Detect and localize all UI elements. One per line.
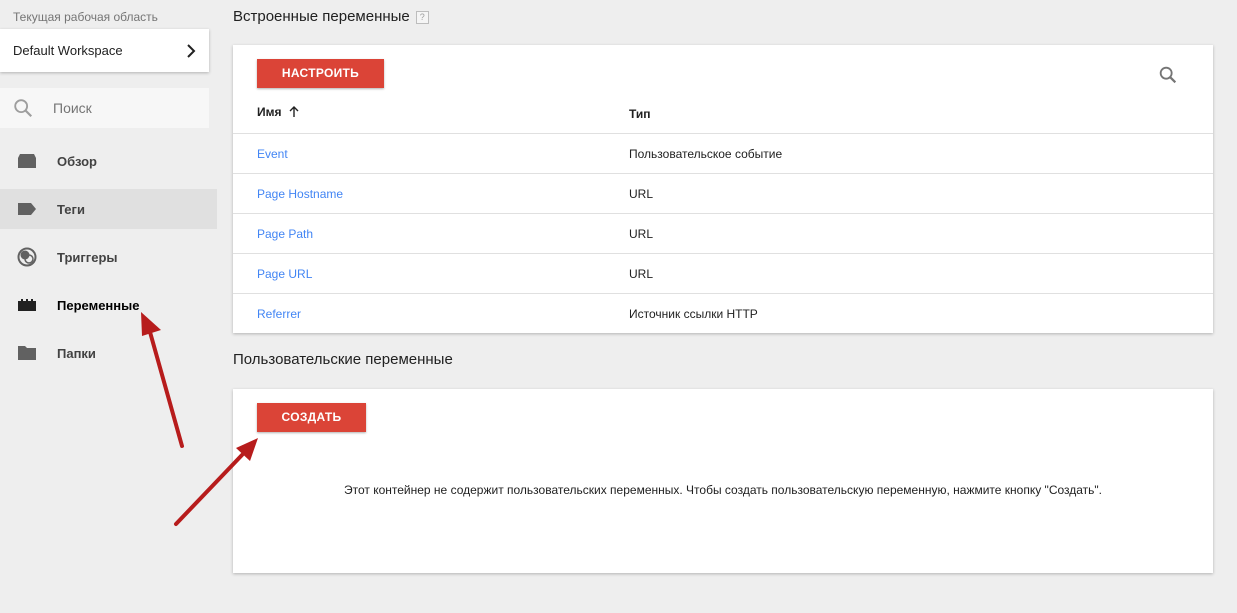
variable-name-link[interactable]: Page Path xyxy=(257,227,313,241)
sidebar: Текущая рабочая область Default Workspac… xyxy=(0,0,217,613)
variable-type: URL xyxy=(629,187,654,201)
sort-arrow-up-icon xyxy=(289,106,299,117)
sidebar-item-triggers[interactable]: Триггеры xyxy=(0,237,217,277)
table-row: Page Path URL xyxy=(233,214,1213,254)
empty-state-message: Этот контейнер не содержит пользовательс… xyxy=(343,483,1103,497)
column-header-type: Тип xyxy=(629,107,651,121)
table-row: Referrer Источник ссылки HTTP xyxy=(233,294,1213,334)
builtin-variables-card: НАСТРОИТЬ Имя Тип Event Пользовательское… xyxy=(233,45,1213,333)
variables-icon xyxy=(16,294,38,316)
sidebar-item-label: Обзор xyxy=(57,153,97,169)
sidebar-item-label: Переменные xyxy=(57,297,140,313)
workspace-label: Текущая рабочая область xyxy=(13,10,158,24)
sidebar-search-input[interactable] xyxy=(53,100,193,116)
configure-button[interactable]: НАСТРОИТЬ xyxy=(257,59,384,88)
variable-name-link[interactable]: Referrer xyxy=(257,307,301,321)
table-row: Page Hostname URL xyxy=(233,174,1213,214)
variable-type: URL xyxy=(629,227,654,241)
overview-icon xyxy=(16,150,38,172)
variable-name-link[interactable]: Page URL xyxy=(257,267,312,281)
search-icon xyxy=(14,99,33,118)
table-row: Page URL URL xyxy=(233,254,1213,294)
variable-name-link[interactable]: Event xyxy=(257,147,288,161)
table-row: Event Пользовательское событие xyxy=(233,134,1213,174)
sidebar-item-label: Папки xyxy=(57,345,96,361)
sidebar-item-label: Теги xyxy=(57,201,85,217)
folder-icon xyxy=(16,342,38,364)
column-name-label: Имя xyxy=(257,105,282,119)
variable-type: Источник ссылки HTTP xyxy=(629,307,758,321)
create-button[interactable]: СОЗДАТЬ xyxy=(257,403,366,432)
chevron-right-icon xyxy=(187,43,196,58)
sidebar-item-folders[interactable]: Папки xyxy=(0,333,217,373)
workspace-name: Default Workspace xyxy=(13,43,123,58)
variable-type: Пользовательское событие xyxy=(629,147,783,161)
sidebar-item-tags[interactable]: Теги xyxy=(0,189,217,229)
help-icon[interactable]: ? xyxy=(415,10,429,24)
builtin-title-text: Встроенные переменные xyxy=(233,8,410,25)
search-icon[interactable] xyxy=(1157,64,1179,86)
custom-variables-card: СОЗДАТЬ Этот контейнер не содержит польз… xyxy=(233,389,1213,573)
table-header: Имя Тип xyxy=(233,97,1213,134)
workspace-selector[interactable]: Default Workspace xyxy=(0,29,209,72)
tag-icon xyxy=(16,198,38,220)
sidebar-item-variables[interactable]: Переменные xyxy=(0,285,217,325)
trigger-icon xyxy=(16,246,38,268)
variable-name-link[interactable]: Page Hostname xyxy=(257,187,343,201)
sidebar-item-overview[interactable]: Обзор xyxy=(0,141,217,181)
custom-variables-title: Пользовательские переменные xyxy=(233,351,453,368)
sidebar-search[interactable] xyxy=(0,88,209,128)
sidebar-item-label: Триггеры xyxy=(57,249,118,265)
column-header-name[interactable]: Имя xyxy=(257,105,300,119)
variable-type: URL xyxy=(629,267,654,281)
builtin-variables-title: Встроенные переменные? xyxy=(233,8,429,25)
